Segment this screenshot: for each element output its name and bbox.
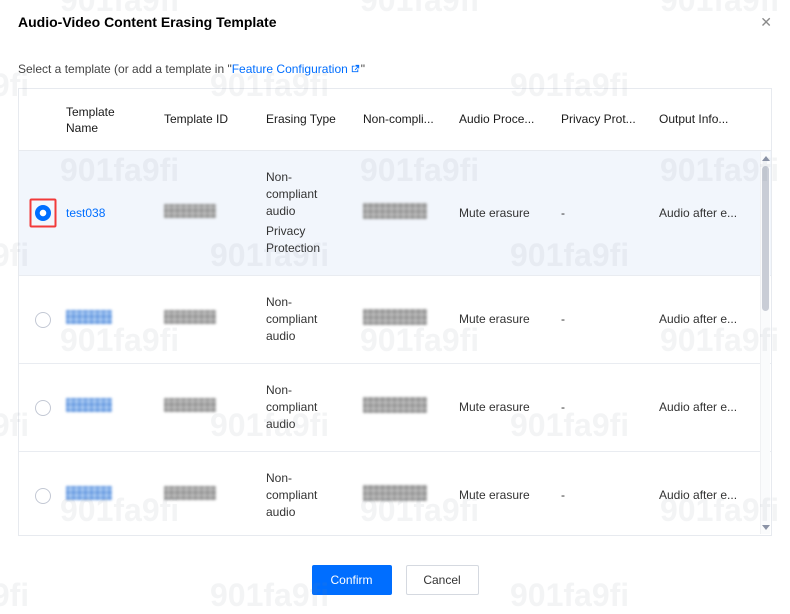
- table-scrollbar[interactable]: [760, 152, 770, 534]
- erasing-type-cell: Non-compliant audio: [266, 467, 363, 524]
- privacy-protection-cell: -: [561, 399, 659, 416]
- erasing-type-value: Privacy Protection: [266, 223, 338, 257]
- erasing-type-value: Non-compliant audio: [266, 169, 338, 220]
- radio-button[interactable]: [35, 312, 51, 328]
- non-compliant-cell: [363, 203, 459, 224]
- feature-configuration-link[interactable]: Feature Configuration: [232, 62, 361, 76]
- table-row[interactable]: Non-compliant audio Mute erasure - Audio…: [19, 276, 771, 364]
- erasing-type-cell: Non-compliant audioPrivacy Protection: [266, 166, 363, 260]
- table-row[interactable]: Non-compliant audio Mute erasure - Audio…: [19, 452, 771, 535]
- table-header-row: Template Name Template ID Erasing Type N…: [19, 89, 771, 151]
- template-name-link[interactable]: test038: [66, 206, 105, 220]
- subtitle-prefix: Select a template (or add a template in …: [18, 62, 232, 76]
- dialog-footer: Confirm Cancel: [0, 565, 790, 595]
- external-link-icon: [350, 63, 361, 77]
- redacted-template-name: [66, 310, 112, 324]
- output-info-cell: Audio after e...: [659, 487, 763, 504]
- radio-button[interactable]: [35, 488, 51, 504]
- column-header-audio-processing: Audio Proce...: [459, 111, 561, 128]
- output-info-cell: Audio after e...: [659, 311, 763, 328]
- erasing-type-value: Non-compliant audio: [266, 294, 338, 345]
- column-header-template-name: Template Name: [66, 104, 164, 136]
- template-name-cell: [66, 398, 164, 417]
- template-id-cell: [164, 398, 266, 417]
- table-body: test038 Non-compliant audioPrivacy Prote…: [19, 151, 771, 535]
- template-name-cell: [66, 310, 164, 329]
- close-icon[interactable]: ✕: [760, 14, 772, 30]
- privacy-protection-cell: -: [561, 487, 659, 504]
- privacy-protection-cell: -: [561, 311, 659, 328]
- radio-cell: [19, 400, 66, 416]
- radio-cell: [19, 205, 66, 221]
- template-table: Template Name Template ID Erasing Type N…: [18, 88, 772, 536]
- redacted-template-name: [66, 486, 112, 500]
- radio-cell: [19, 312, 66, 328]
- erasing-type-cell: Non-compliant audio: [266, 379, 363, 436]
- template-id-cell: [164, 310, 266, 329]
- non-compliant-cell: [363, 309, 459, 330]
- redacted-template-id: [164, 204, 216, 218]
- redacted-non-compliant-value: [363, 397, 427, 413]
- audio-processing-cell: Mute erasure: [459, 205, 561, 222]
- output-info-cell: Audio after e...: [659, 399, 763, 416]
- subtitle-suffix: ": [361, 62, 365, 76]
- radio-button[interactable]: [35, 400, 51, 416]
- scroll-down-arrow-icon[interactable]: [762, 525, 770, 530]
- erasing-type-value: Non-compliant audio: [266, 382, 338, 433]
- erasing-type-cell: Non-compliant audio: [266, 291, 363, 348]
- non-compliant-cell: [363, 397, 459, 418]
- column-header-privacy-protection: Privacy Prot...: [561, 111, 659, 128]
- column-header-template-id: Template ID: [164, 111, 266, 128]
- erasing-type-value: Non-compliant audio: [266, 470, 338, 521]
- redacted-template-id: [164, 486, 216, 500]
- redacted-non-compliant-value: [363, 309, 427, 325]
- column-header-erasing-type: Erasing Type: [266, 111, 363, 128]
- privacy-protection-cell: -: [561, 205, 659, 222]
- audio-processing-cell: Mute erasure: [459, 311, 561, 328]
- redacted-template-id: [164, 398, 216, 412]
- page-title: Audio-Video Content Erasing Template: [18, 14, 772, 30]
- radio-button[interactable]: [35, 205, 51, 221]
- non-compliant-cell: [363, 485, 459, 506]
- scroll-up-arrow-icon[interactable]: [762, 156, 770, 161]
- scrollbar-thumb[interactable]: [762, 166, 769, 311]
- template-name-cell: test038: [66, 205, 164, 222]
- redacted-non-compliant-value: [363, 485, 427, 501]
- redacted-template-name: [66, 398, 112, 412]
- table-row[interactable]: test038 Non-compliant audioPrivacy Prote…: [19, 151, 771, 276]
- column-header-output-info: Output Info...: [659, 111, 763, 128]
- template-name-cell: [66, 486, 164, 505]
- audio-processing-cell: Mute erasure: [459, 487, 561, 504]
- confirm-button[interactable]: Confirm: [312, 565, 392, 595]
- column-header-non-compliant: Non-compli...: [363, 111, 459, 128]
- template-id-cell: [164, 486, 266, 505]
- output-info-cell: Audio after e...: [659, 205, 763, 222]
- cancel-button[interactable]: Cancel: [406, 565, 479, 595]
- subtitle: Select a template (or add a template in …: [18, 62, 365, 77]
- radio-cell: [19, 488, 66, 504]
- template-id-cell: [164, 204, 266, 223]
- redacted-template-id: [164, 310, 216, 324]
- audio-processing-cell: Mute erasure: [459, 399, 561, 416]
- redacted-non-compliant-value: [363, 203, 427, 219]
- dialog-header: Audio-Video Content Erasing Template ✕: [18, 14, 772, 30]
- table-row[interactable]: Non-compliant audio Mute erasure - Audio…: [19, 364, 771, 452]
